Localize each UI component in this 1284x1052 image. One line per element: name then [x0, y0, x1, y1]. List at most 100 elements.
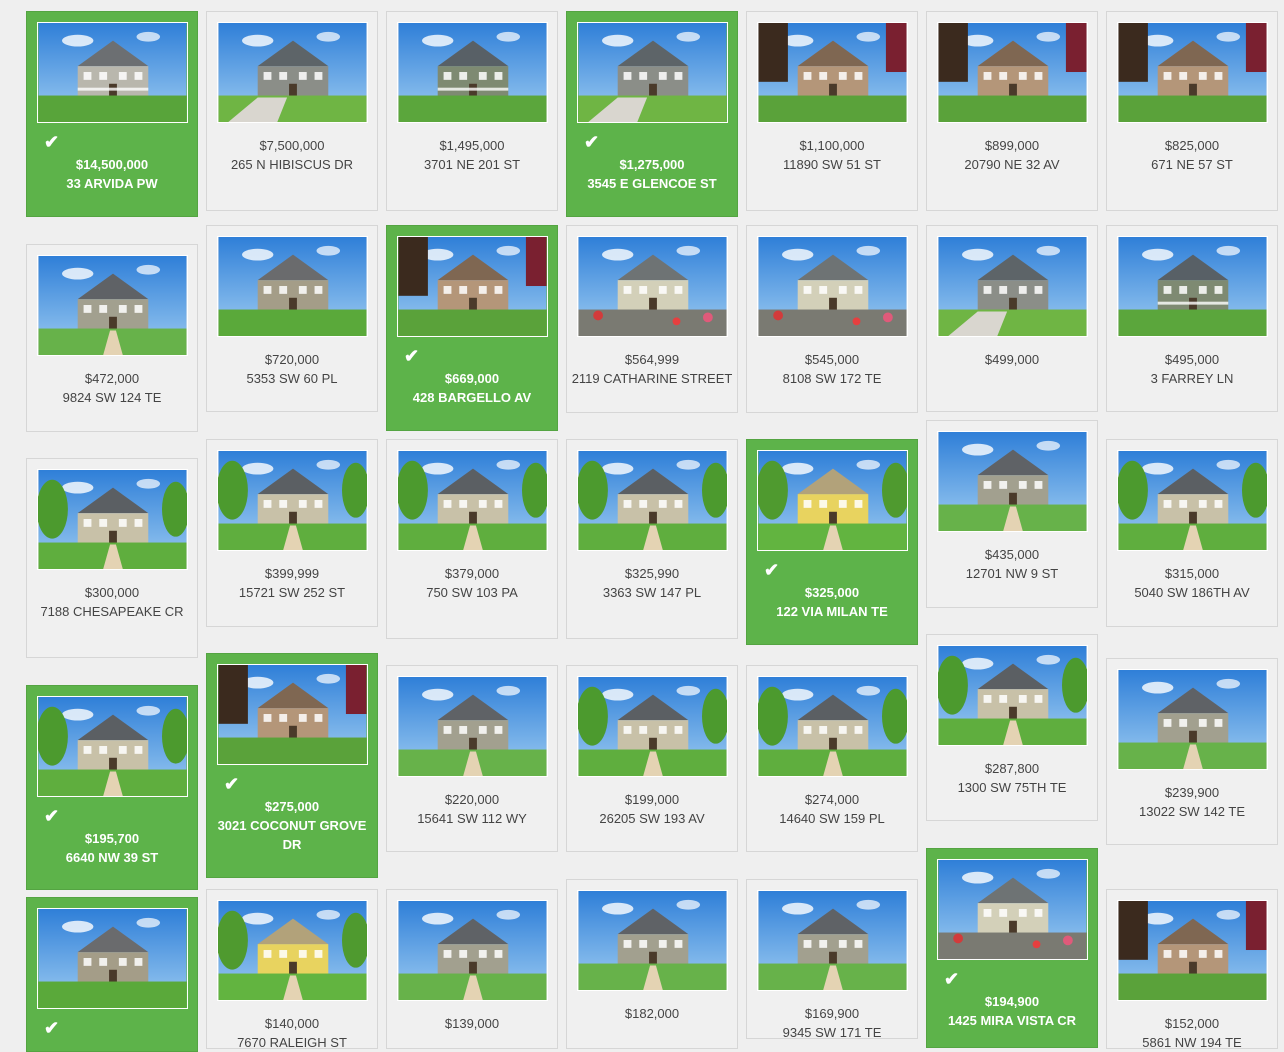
listing-photo[interactable]	[577, 890, 728, 991]
listing-card[interactable]: ✔ $669,000 428 BARGELLO AV	[386, 225, 558, 431]
listing-photo[interactable]	[1117, 236, 1268, 337]
listing-price: $194,900	[984, 994, 1040, 1009]
listing-address: 428 BARGELLO AV	[412, 390, 532, 405]
listing-address: 26205 SW 193 AV	[599, 811, 705, 826]
listing-card[interactable]: $239,900 13022 SW 142 TE	[1106, 658, 1278, 845]
listing-card[interactable]: $564,999 2119 CATHARINE STREET	[566, 225, 738, 413]
listing-card[interactable]: $399,999 15721 SW 252 ST	[206, 439, 378, 627]
listing-photo[interactable]	[577, 676, 728, 777]
listing-price: $545,000	[804, 352, 860, 367]
listing-address: 2119 CATHARINE STREET	[571, 371, 733, 386]
listing-card[interactable]: $1,100,000 11890 SW 51 ST	[746, 11, 918, 211]
listing-card[interactable]: $140,000 7670 RALEIGH ST	[206, 889, 378, 1050]
listing-photo[interactable]	[1117, 22, 1268, 123]
listing-card[interactable]: $139,000	[386, 889, 558, 1049]
listing-photo[interactable]	[1117, 669, 1268, 770]
listing-photo[interactable]	[577, 450, 728, 551]
listing-card[interactable]: $720,000 5353 SW 60 PL	[206, 225, 378, 412]
listing-card[interactable]: $545,000 8108 SW 172 TE	[746, 225, 918, 413]
listing-card[interactable]: $274,000 14640 SW 159 PL	[746, 665, 918, 852]
listing-photo[interactable]	[37, 469, 188, 570]
listing-photo[interactable]	[757, 22, 908, 123]
listing-price: $325,000	[804, 585, 860, 600]
listing-price: $220,000	[444, 792, 500, 807]
listing-card[interactable]: $300,000 7188 CHESAPEAKE CR	[26, 458, 198, 658]
listing-photo[interactable]	[577, 22, 728, 123]
listing-address: 5040 SW 186TH AV	[1134, 585, 1250, 600]
listing-price: $140,000	[264, 1016, 320, 1031]
listing-photo[interactable]	[397, 450, 548, 551]
listing-card[interactable]: $1,495,000 3701 NE 201 ST	[386, 11, 558, 211]
listing-photo[interactable]	[1117, 900, 1268, 1001]
listing-card[interactable]: $152,000 5861 NW 194 TE	[1106, 889, 1278, 1050]
listing-photo[interactable]	[937, 645, 1088, 746]
listing-photo[interactable]	[37, 908, 188, 1009]
listing-photo[interactable]	[397, 900, 548, 1001]
listing-photo[interactable]	[397, 22, 548, 123]
listing-card[interactable]: $315,000 5040 SW 186TH AV	[1106, 439, 1278, 627]
listing-card[interactable]: $435,000 12701 NW 9 ST	[926, 420, 1098, 608]
listing-address: 122 VIA MILAN TE	[776, 604, 888, 619]
listing-photo[interactable]	[37, 696, 188, 797]
listing-card[interactable]: ✔ $194,900 1425 MIRA VISTA CR	[926, 848, 1098, 1048]
listing-photo[interactable]	[217, 450, 368, 551]
listing-photo[interactable]	[397, 676, 548, 777]
listing-photo[interactable]	[937, 236, 1088, 337]
listing-photo[interactable]	[757, 450, 908, 551]
listing-photo[interactable]	[397, 236, 548, 337]
listing-photo[interactable]	[217, 22, 368, 123]
listing-card[interactable]: $169,900 9345 SW 171 TE	[746, 879, 918, 1040]
listing-address: 15641 SW 112 WY	[417, 811, 527, 826]
listing-photo[interactable]	[217, 664, 368, 765]
listing-card[interactable]: $325,990 3363 SW 147 PL	[566, 439, 738, 639]
listing-address: 12701 NW 9 ST	[965, 566, 1059, 581]
listing-card[interactable]: $899,000 20790 NE 32 AV	[926, 11, 1098, 211]
listing-address: 13022 SW 142 TE	[1139, 804, 1245, 819]
listing-photo[interactable]	[757, 236, 908, 337]
listing-card[interactable]: $182,000	[566, 879, 738, 1049]
listing-photo[interactable]	[37, 22, 188, 123]
listing-price: $564,999	[624, 352, 680, 367]
listing-photo[interactable]	[937, 22, 1088, 123]
listing-photo[interactable]	[37, 255, 188, 356]
listing-card[interactable]: $379,000 750 SW 103 PA	[386, 439, 558, 639]
listing-card[interactable]: ✔ $275,000 3021 COCONUT GROVE DR	[206, 653, 378, 878]
listing-photo[interactable]	[577, 236, 728, 337]
listing-card[interactable]: $287,800 1300 SW 75TH TE	[926, 634, 1098, 821]
listing-price: $435,000	[984, 547, 1040, 562]
listing-price: $274,000	[804, 792, 860, 807]
listing-price: $199,000	[624, 792, 680, 807]
check-icon: ✔	[584, 132, 600, 152]
listing-card[interactable]: $7,500,000 265 N HIBISCUS DR	[206, 11, 378, 211]
check-icon: ✔	[224, 774, 240, 794]
listing-card[interactable]: $220,000 15641 SW 112 WY	[386, 665, 558, 852]
listing-address: 1425 MIRA VISTA CR	[947, 1013, 1077, 1028]
listing-address: 3545 E GLENCOE ST	[587, 176, 717, 191]
listing-price: $275,000	[264, 799, 320, 814]
listing-price: $499,000	[984, 352, 1040, 367]
listing-photo[interactable]	[937, 431, 1088, 532]
listing-photo[interactable]	[217, 900, 368, 1001]
listing-card[interactable]: ✔ $195,700 6640 NW 39 ST	[26, 685, 198, 890]
check-icon: ✔	[44, 806, 60, 826]
listing-card[interactable]: ✔ $1,275,000 3545 E GLENCOE ST	[566, 11, 738, 217]
listing-photo[interactable]	[937, 859, 1088, 960]
listing-card[interactable]: ✔ $325,000 122 VIA MILAN TE	[746, 439, 918, 645]
listing-price: $14,500,000	[75, 157, 149, 172]
listing-price: $300,000	[84, 585, 140, 600]
listing-photo[interactable]	[757, 676, 908, 777]
listing-price: $152,000	[1164, 1016, 1220, 1031]
listing-card[interactable]: $495,000 3 FARREY LN	[1106, 225, 1278, 412]
listing-card[interactable]: $499,000	[926, 225, 1098, 412]
listing-card[interactable]: $472,000 9824 SW 124 TE	[26, 244, 198, 432]
listing-photo[interactable]	[757, 890, 908, 991]
listing-photo[interactable]	[1117, 450, 1268, 551]
listing-card[interactable]: $199,000 26205 SW 193 AV	[566, 665, 738, 852]
listing-address: 15721 SW 252 ST	[238, 585, 346, 600]
listing-card[interactable]: ✔	[26, 897, 198, 1052]
listing-card[interactable]: ✔ $14,500,000 33 ARVIDA PW	[26, 11, 198, 217]
listing-price: $195,700	[84, 831, 140, 846]
listing-card[interactable]: $825,000 671 NE 57 ST	[1106, 11, 1278, 211]
check-icon: ✔	[944, 969, 960, 989]
listing-photo[interactable]	[217, 236, 368, 337]
